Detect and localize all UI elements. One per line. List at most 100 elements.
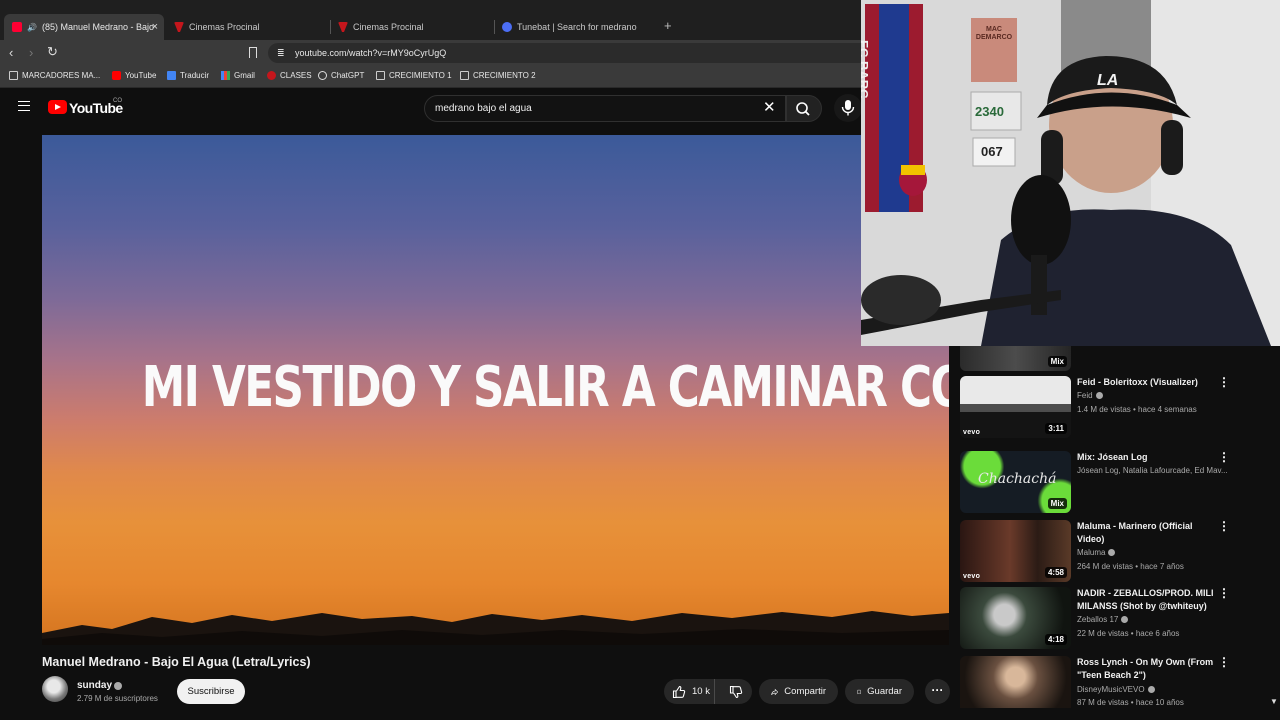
recommendation-channel[interactable]: Zeballos 17 [1077, 615, 1129, 624]
recommendation-channel[interactable]: Feid [1077, 391, 1103, 400]
verified-badge-icon [1121, 616, 1129, 623]
thumbs-down-icon [730, 685, 743, 698]
thumbs-up-icon [672, 685, 686, 698]
microphone-icon [841, 100, 855, 116]
plate-sub-number: 067 [981, 144, 1003, 159]
search-button[interactable] [786, 95, 822, 122]
more-options-icon[interactable]: ⋮ [1218, 656, 1230, 668]
browser-tab-procinal-2[interactable]: Cinemas Procinal [330, 14, 490, 40]
bookmark-youtube[interactable]: YouTube [112, 71, 156, 80]
video-thumbnail[interactable]: vevo 4:58 [960, 520, 1071, 582]
bookmark-label: CRECIMIENTO 1 [389, 71, 452, 80]
recommendation-title[interactable]: Feid - Boleritoxx (Visualizer) [1077, 376, 1217, 389]
video-thumbnail[interactable] [960, 656, 1071, 708]
search-input[interactable]: medrano bajo el agua [424, 95, 786, 122]
hamburger-menu-icon[interactable] [18, 101, 30, 111]
bookmark-star-icon[interactable] [249, 47, 257, 58]
bookmark-gmail[interactable]: Gmail [221, 71, 255, 80]
verified-badge-icon [1095, 392, 1103, 399]
recommendation-item[interactable]: 4:18 NADIR - ZEBALLOS/PROD. MILI MILANSS… [960, 587, 1280, 653]
save-button[interactable]: Guardar [845, 679, 914, 704]
browser-tab-procinal-1[interactable]: Cinemas Procinal [166, 14, 326, 40]
youtube-icon [112, 71, 121, 80]
address-bar[interactable]: ≣ youtube.com/watch?v=rMY9oCyrUgQ [268, 43, 861, 63]
browser-tab-tunebat[interactable]: Tunebat | Search for medrano [494, 14, 654, 40]
bookmark-label: CRECIMIENTO 2 [473, 71, 536, 80]
new-tab-button[interactable]: + [664, 18, 672, 33]
share-arrow-icon [771, 688, 779, 695]
subscriber-count: 2.79 M de suscriptores [77, 694, 158, 703]
mix-badge: Mix [1047, 356, 1067, 367]
clear-search-icon[interactable]: ✕ [763, 100, 776, 116]
video-title: Manuel Medrano - Bajo El Agua (Letra/Lyr… [42, 655, 311, 669]
reload-icon[interactable]: ↻ [47, 44, 58, 60]
bookmarks-bar: MARCADORES MA... YouTube Traducir Gmail … [0, 66, 861, 88]
tab-label: (85) Manuel Medrano - Bajo [41, 22, 155, 32]
dislike-button[interactable] [721, 679, 752, 704]
site-info-icon[interactable]: ≣ [277, 48, 285, 59]
recommendation-title[interactable]: NADIR - ZEBALLOS/PROD. MILI MILANSS (Sho… [1077, 587, 1217, 613]
youtube-header: YouTube CO medrano bajo el agua ✕ [0, 88, 862, 130]
video-thumbnail[interactable]: 4:18 [960, 587, 1071, 649]
recommendation-item[interactable]: vevo 4:58 Maluma - Marinero (Official Vi… [960, 520, 1280, 586]
recommendation-title[interactable]: Ross Lynch - On My Own (From "Teen Beach… [1077, 656, 1217, 682]
bookmark-traducir[interactable]: Traducir [167, 71, 209, 80]
search-icon [796, 102, 810, 116]
video-thumbnail[interactable]: Mix [960, 346, 1071, 371]
more-actions-button[interactable]: ··· [925, 679, 950, 704]
bookmark-folder-crecimiento-1[interactable]: CRECIMIENTO 1 [376, 71, 452, 80]
verified-badge-icon [1147, 686, 1155, 693]
channel-label: Zeballos 17 [1077, 615, 1119, 624]
bookmark-folder-marcadores[interactable]: MARCADORES MA... [9, 71, 100, 80]
tunebat-favicon-icon [502, 22, 512, 32]
more-options-icon[interactable]: ⋮ [1218, 520, 1230, 532]
youtube-favicon-icon [12, 22, 22, 32]
bookmark-clases[interactable]: CLASES [267, 71, 312, 80]
recommendation-item[interactable]: Chachachá Mix Mix: Jósean Log Jósean Log… [960, 451, 1280, 517]
poster-text: MAC DEMARCO [975, 26, 1013, 41]
bookmark-label: Gmail [234, 71, 255, 80]
duration-badge: 3:11 [1045, 423, 1067, 434]
recommendation-item[interactable]: Ross Lynch - On My Own (From "Teen Beach… [960, 656, 1280, 720]
recommendation-channel[interactable]: Jósean Log, Natalia Lafourcade, Ed Mav..… [1077, 466, 1227, 475]
browser-tab-youtube[interactable]: 🔊 (85) Manuel Medrano - Bajo × [4, 14, 164, 40]
tab-label: Tunebat | Search for medrano [517, 22, 637, 32]
video-thumbnail[interactable]: vevo 3:11 [960, 376, 1071, 438]
lyric-caption: MI VESTIDO Y SALIR A CAMINAR CONTIGO [141, 355, 949, 420]
scroll-down-arrow-icon[interactable]: ▼ [1270, 697, 1278, 706]
bookmark-label: YouTube [125, 71, 157, 80]
clases-icon [267, 71, 276, 80]
mountain-silhouette [42, 611, 949, 645]
recommendation-title[interactable]: Maluma - Marinero (Official Video) [1077, 520, 1217, 546]
browser-tab-strip: 🔊 (85) Manuel Medrano - Bajo × Cinemas P… [0, 0, 861, 40]
procinal-favicon-icon [338, 22, 348, 32]
share-button[interactable]: Compartir [759, 679, 838, 704]
recommendation-partial[interactable]: Mix [960, 346, 1280, 371]
recommendation-title[interactable]: Mix: Jósean Log [1077, 451, 1217, 464]
recommendation-channel[interactable]: DisneyMusicVEVO [1077, 685, 1155, 694]
close-tab-icon[interactable]: × [152, 21, 158, 33]
recommendation-item[interactable]: vevo 3:11 Feid - Boleritoxx (Visualizer)… [960, 376, 1280, 442]
speaker-icon: 🔊 [27, 22, 37, 32]
video-player[interactable]: MI VESTIDO Y SALIR A CAMINAR CONTIGO [42, 135, 949, 645]
subscribe-button[interactable]: Suscribirse [177, 679, 245, 704]
video-thumbnail[interactable]: Chachachá Mix [960, 451, 1071, 513]
bookmark-folder-crecimiento-2[interactable]: CRECIMIENTO 2 [460, 71, 536, 80]
youtube-logo-icon[interactable] [48, 100, 67, 114]
voice-search-button[interactable] [834, 94, 862, 122]
channel-name[interactable]: sunday [77, 680, 112, 691]
recommendation-meta: 1.4 M de vistas • hace 4 semanas [1077, 405, 1197, 414]
bookmark-chatgpt[interactable]: ChatGPT [318, 71, 364, 80]
recommendation-meta: 22 M de vistas • hace 6 años [1077, 629, 1180, 638]
more-options-icon[interactable]: ⋮ [1218, 451, 1230, 463]
recommendation-channel[interactable]: Maluma [1077, 548, 1116, 557]
channel-avatar[interactable] [42, 676, 68, 702]
save-label: Guardar [867, 686, 902, 697]
more-options-icon[interactable]: ⋮ [1218, 376, 1230, 388]
back-arrow-icon[interactable]: ‹ [9, 45, 13, 60]
like-button[interactable]: 10 k [664, 679, 715, 704]
bookmark-label: ChatGPT [331, 71, 365, 80]
more-options-icon[interactable]: ⋮ [1218, 587, 1230, 599]
forward-arrow-icon[interactable]: › [29, 45, 33, 60]
like-dislike-group: 10 k [664, 679, 752, 704]
